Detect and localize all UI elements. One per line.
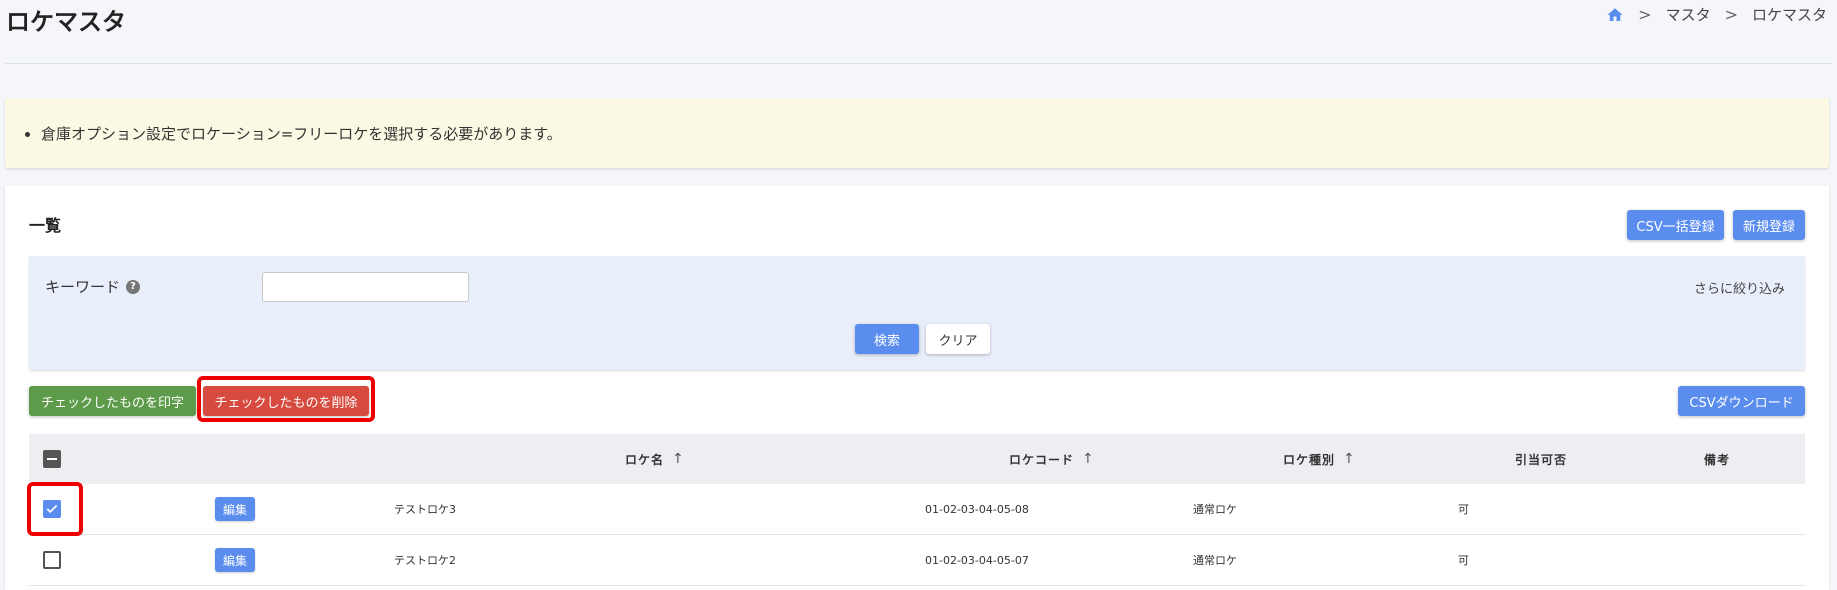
table-row: 編集 テストロケ2 01-02-03-04-05-07 通常ロケ 可: [29, 535, 1805, 586]
filter-panel: キーワード ? さらに絞り込み 検索 クリア: [29, 256, 1805, 370]
cell-allocatable: 可: [1458, 554, 1469, 567]
edit-button[interactable]: 編集: [215, 548, 256, 572]
home-icon[interactable]: [1606, 6, 1624, 24]
column-allocatable-label: 引当可否: [1515, 452, 1568, 467]
more-filter-toggle[interactable]: さらに絞り込み: [1694, 278, 1785, 297]
notice-box: 倉庫オプション設定でロケーション=フリーロケを選択する必要があります。: [5, 98, 1829, 168]
breadcrumb-separator: >: [1724, 5, 1738, 24]
table-header: ロケ名 ↑ ロケコード ↑ ロケ種別 ↑ 引当可否 備考: [29, 434, 1805, 484]
breadcrumb: > マスタ > ロケマスタ: [1606, 4, 1827, 25]
search-button[interactable]: 検索: [855, 324, 919, 354]
page-title: ロケマスタ: [6, 8, 126, 36]
notice-message: 倉庫オプション設定でロケーション=フリーロケを選択する必要があります。: [41, 123, 562, 144]
cell-code: 01-02-03-04-05-07: [925, 553, 1029, 567]
table-row: 編集 テストロケ3 01-02-03-04-05-08 通常ロケ 可: [29, 484, 1805, 535]
column-name-label: ロケ名: [625, 452, 665, 467]
sort-arrow-icon: ↑: [1343, 451, 1355, 467]
sort-arrow-icon: ↑: [1082, 451, 1094, 467]
cell-type: 通常ロケ: [1193, 503, 1237, 516]
column-code-label: ロケコード: [1009, 452, 1075, 467]
keyword-label-text: キーワード: [45, 278, 121, 296]
edit-button[interactable]: 編集: [215, 497, 256, 521]
csv-bulk-register-button[interactable]: CSV一括登録: [1627, 210, 1724, 240]
column-remarks-label: 備考: [1704, 452, 1731, 467]
header-divider: [5, 63, 1832, 64]
column-header-code[interactable]: ロケコード ↑: [1009, 434, 1094, 484]
keyword-label: キーワード ?: [45, 276, 141, 297]
location-table: ロケ名 ↑ ロケコード ↑ ロケ種別 ↑ 引当可否 備考 編集 テストロケ3 01-0…: [29, 434, 1805, 586]
list-card: 一覧 CSV一括登録 新規登録 キーワード ? さらに絞り込み 検索 クリア チ…: [5, 186, 1829, 590]
csv-download-button[interactable]: CSVダウンロード: [1678, 386, 1805, 416]
print-checked-button[interactable]: チェックしたものを印字: [29, 386, 196, 416]
column-header-type[interactable]: ロケ種別 ↑: [1283, 434, 1355, 484]
sort-arrow-icon: ↑: [672, 451, 684, 467]
column-header-name[interactable]: ロケ名 ↑: [625, 434, 684, 484]
delete-button-highlight: [197, 376, 375, 422]
cell-name: テストロケ2: [394, 554, 456, 567]
clear-button[interactable]: クリア: [926, 324, 990, 354]
keyword-input[interactable]: [262, 272, 469, 302]
column-type-label: ロケ種別: [1283, 452, 1336, 467]
breadcrumb-item-master[interactable]: マスタ: [1666, 4, 1711, 25]
help-icon[interactable]: ?: [126, 279, 141, 294]
cell-name: テストロケ3: [394, 503, 456, 516]
row-checkbox[interactable]: [43, 551, 61, 569]
select-all-checkbox[interactable]: [43, 450, 61, 468]
breadcrumb-separator: >: [1638, 5, 1652, 24]
breadcrumb-item-loc-master: ロケマスタ: [1751, 6, 1827, 24]
cell-allocatable: 可: [1458, 503, 1469, 516]
cell-type: 通常ロケ: [1193, 554, 1237, 567]
list-title: 一覧: [29, 216, 62, 235]
row-checkbox-highlight: [27, 482, 83, 536]
new-register-button[interactable]: 新規登録: [1733, 210, 1805, 240]
cell-code: 01-02-03-04-05-08: [925, 502, 1029, 516]
